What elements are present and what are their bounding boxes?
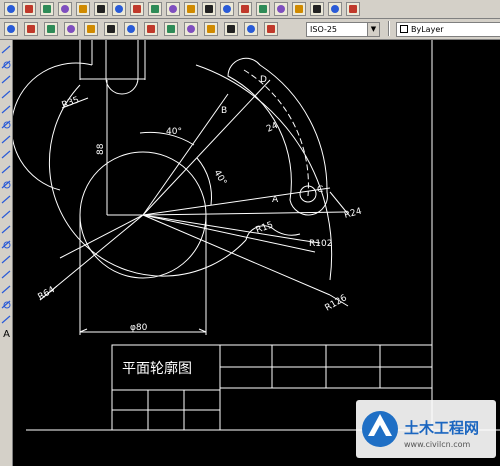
dimupdate-icon[interactable] [264, 22, 278, 36]
radius-dim-icon[interactable] [64, 22, 78, 36]
angular-dim-icon[interactable] [104, 22, 118, 36]
dim-r64: R64 [37, 285, 58, 303]
draw-palette: A [0, 40, 13, 466]
region-icon[interactable] [1, 284, 12, 295]
new-icon[interactable] [4, 2, 18, 16]
standard-toolbar [0, 0, 500, 19]
tolerance-icon[interactable] [184, 22, 198, 36]
point-c: C [317, 185, 323, 195]
slot [227, 57, 328, 216]
watermark-url: www.civilcn.com [404, 440, 471, 449]
ellipse-icon[interactable] [1, 179, 12, 190]
point-b: B [221, 106, 227, 116]
dim-angle-40-mid: 40° [211, 169, 228, 188]
hatch-icon[interactable] [1, 254, 12, 265]
color-swatch-icon [400, 25, 408, 33]
diameter-dim-icon[interactable] [84, 22, 98, 36]
aligned-dim-icon[interactable] [24, 22, 38, 36]
polyline-icon[interactable] [1, 74, 12, 85]
properties-icon[interactable] [292, 2, 306, 16]
dim-r35: R35 [61, 95, 81, 110]
watermark: 土木工程网 www.civilcn.com [356, 400, 496, 458]
layer-value: ByLayer [411, 25, 444, 34]
cut-icon[interactable] [112, 2, 126, 16]
mtext-tool-button[interactable]: A [1, 329, 12, 340]
preview-icon[interactable] [76, 2, 90, 16]
construction-line-icon[interactable] [1, 59, 12, 70]
help-icon[interactable] [346, 2, 360, 16]
dimstyle-combo[interactable]: ISO-25 ▼ [306, 22, 380, 37]
rectangle-icon[interactable] [1, 104, 12, 115]
dimtedit-icon[interactable] [244, 22, 258, 36]
spline-icon[interactable] [1, 164, 12, 175]
point-d: D [260, 75, 267, 85]
dim-angle-40-top: 40° [166, 127, 182, 137]
center-mark-icon[interactable] [204, 22, 218, 36]
linear-dim-icon[interactable] [4, 22, 18, 36]
print-icon[interactable] [58, 2, 72, 16]
point-a: A [272, 195, 279, 205]
dim-88: 88 [96, 143, 106, 155]
ordinate-dim-icon[interactable] [44, 22, 58, 36]
dim-r102: R102 [309, 239, 332, 249]
ellipse-arc-icon[interactable] [1, 194, 12, 205]
copy-icon[interactable] [130, 2, 144, 16]
continue-dim-icon[interactable] [144, 22, 158, 36]
make-block-icon[interactable] [1, 224, 12, 235]
point-icon[interactable] [1, 239, 12, 250]
insert-block-icon[interactable] [1, 209, 12, 220]
baseline-dim-icon[interactable] [124, 22, 138, 36]
dim-r15: R15 [255, 220, 275, 235]
zoom-realtime-icon[interactable] [238, 2, 252, 16]
chevron-down-icon[interactable]: ▼ [367, 23, 379, 36]
dim-r24: R24 [343, 207, 363, 221]
mtext-icon[interactable] [1, 314, 12, 325]
circle-icon[interactable] [1, 134, 12, 145]
layer-combo[interactable]: ByLayer [396, 22, 500, 37]
zoom-window-icon[interactable] [256, 2, 270, 16]
save-icon[interactable] [40, 2, 54, 16]
pan-icon[interactable] [220, 2, 234, 16]
title-block-title: 平面轮廓图 [122, 360, 192, 377]
redo-icon[interactable] [202, 2, 216, 16]
paste-icon[interactable] [148, 2, 162, 16]
dimstyle-value: ISO-25 [310, 25, 338, 34]
dim-r126: R126 [324, 293, 350, 314]
watermark-brand: 土木工程网 [404, 419, 479, 437]
dimedit-icon[interactable] [224, 22, 238, 36]
open-icon[interactable] [22, 2, 36, 16]
dim-24: 24 [265, 121, 280, 135]
gradient-icon[interactable] [1, 269, 12, 280]
line-icon[interactable] [1, 44, 12, 55]
undo-icon[interactable] [184, 2, 198, 16]
toolbar-separator [388, 21, 390, 36]
dim-phi80: φ80 [130, 323, 148, 333]
publish-icon[interactable] [94, 2, 108, 16]
polygon-icon[interactable] [1, 89, 12, 100]
table-icon[interactable] [1, 299, 12, 310]
matchprop-icon[interactable] [166, 2, 180, 16]
zoom-previous-icon[interactable] [274, 2, 288, 16]
top-lug [105, 40, 139, 95]
designcenter-icon[interactable] [310, 2, 324, 16]
revcloud-icon[interactable] [1, 149, 12, 160]
toolpalette-icon[interactable] [328, 2, 342, 16]
arc-icon[interactable] [1, 119, 12, 130]
leader-icon[interactable] [164, 22, 178, 36]
